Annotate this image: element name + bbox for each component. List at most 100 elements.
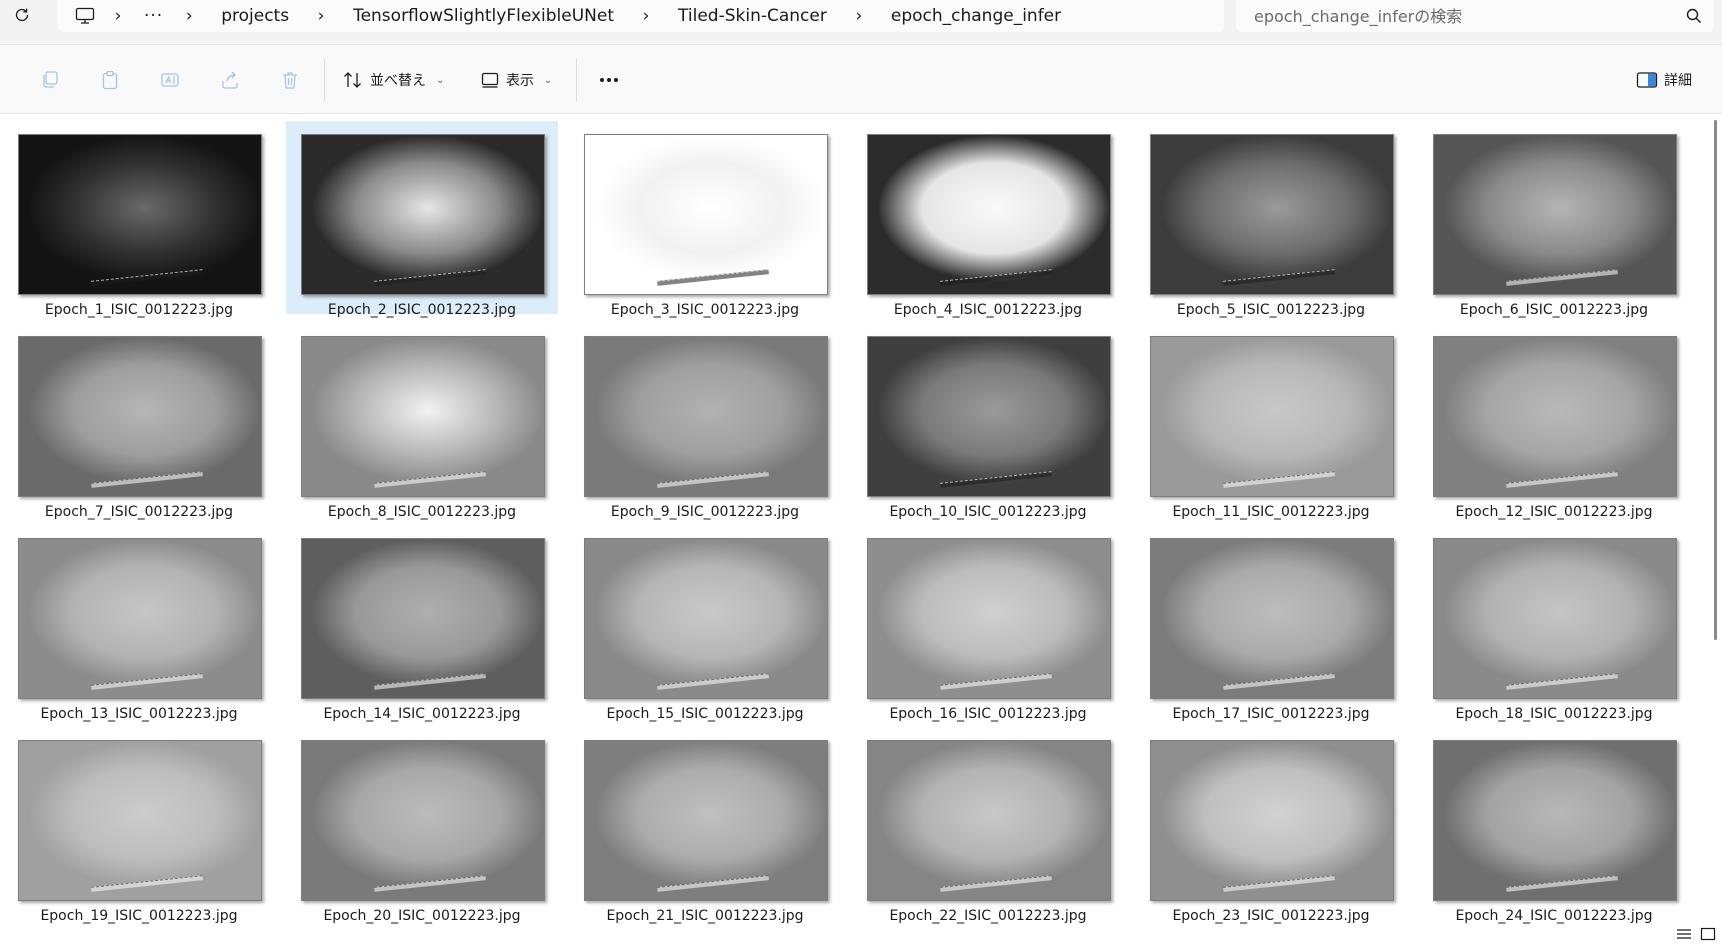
more-dot-icon xyxy=(614,78,618,82)
chevron-right-icon[interactable]: › xyxy=(841,6,877,26)
file-name: Epoch_14_ISIC_0012223.jpg xyxy=(323,706,521,722)
chevron-right-icon[interactable]: › xyxy=(303,6,339,26)
file-tile[interactable]: Epoch_4_ISIC_0012223.jpg xyxy=(852,121,1124,318)
file-tile[interactable]: Epoch_15_ISIC_0012223.jpg xyxy=(569,525,841,722)
file-name: Epoch_13_ISIC_0012223.jpg xyxy=(40,706,238,722)
file-name: Epoch_21_ISIC_0012223.jpg xyxy=(606,908,804,924)
details-view-icon[interactable] xyxy=(1676,927,1692,941)
search-icon[interactable] xyxy=(1684,6,1704,26)
file-name: Epoch_7_ISIC_0012223.jpg xyxy=(44,504,234,520)
large-icons-view-icon[interactable] xyxy=(1700,927,1716,941)
breadcrumb-overflow-button[interactable]: ··· xyxy=(136,6,171,26)
file-thumbnail xyxy=(1433,740,1677,901)
sort-label: 並べ替え xyxy=(370,73,426,89)
view-switcher xyxy=(1676,927,1716,941)
search-box[interactable] xyxy=(1236,0,1714,32)
ruler-artifact xyxy=(1506,471,1618,488)
file-tile[interactable]: Epoch_3_ISIC_0012223.jpg xyxy=(569,121,841,318)
share-button[interactable] xyxy=(217,67,243,93)
file-name: Epoch_22_ISIC_0012223.jpg xyxy=(889,908,1087,924)
delete-button[interactable] xyxy=(277,67,303,93)
file-name: Epoch_18_ISIC_0012223.jpg xyxy=(1455,706,1653,722)
sort-icon xyxy=(344,72,361,88)
file-tile[interactable]: Epoch_18_ISIC_0012223.jpg xyxy=(1418,525,1690,722)
file-tile[interactable]: Epoch_1_ISIC_0012223.jpg xyxy=(3,121,275,318)
chevron-right-icon[interactable]: › xyxy=(100,6,136,26)
paste-icon xyxy=(102,70,118,90)
refresh-button[interactable] xyxy=(6,2,38,28)
view-label: 表示 xyxy=(506,73,534,89)
ruler-artifact xyxy=(374,269,486,286)
file-name: Epoch_1_ISIC_0012223.jpg xyxy=(44,302,234,318)
chevron-right-icon[interactable]: › xyxy=(628,6,664,26)
file-name: Epoch_16_ISIC_0012223.jpg xyxy=(889,706,1087,722)
vertical-scrollbar[interactable] xyxy=(1712,120,1719,640)
file-name: Epoch_11_ISIC_0012223.jpg xyxy=(1172,504,1370,520)
rename-button[interactable] xyxy=(157,67,183,93)
chevron-down-icon: ⌄ xyxy=(436,74,445,86)
more-options-button[interactable] xyxy=(594,67,624,93)
file-tile[interactable]: Epoch_5_ISIC_0012223.jpg xyxy=(1135,121,1407,318)
file-name: Epoch_5_ISIC_0012223.jpg xyxy=(1176,302,1366,318)
sort-button[interactable]: 並べ替え ⌄ xyxy=(342,65,444,95)
view-button[interactable]: 表示 ⌄ xyxy=(480,65,552,95)
ruler-artifact xyxy=(374,875,486,892)
this-pc-icon[interactable] xyxy=(70,1,100,31)
file-thumbnail xyxy=(301,336,545,497)
file-tile[interactable]: Epoch_14_ISIC_0012223.jpg xyxy=(286,525,558,722)
file-thumbnail xyxy=(1433,538,1677,699)
ruler-artifact xyxy=(91,269,203,286)
file-thumbnail xyxy=(584,538,828,699)
file-tile[interactable]: Epoch_16_ISIC_0012223.jpg xyxy=(852,525,1124,722)
file-tile[interactable]: Epoch_12_ISIC_0012223.jpg xyxy=(1418,323,1690,520)
address-row: › ··· › projects › TensorflowSlightlyFle… xyxy=(0,0,1722,44)
file-thumbnail xyxy=(301,538,545,699)
paste-button[interactable] xyxy=(97,67,123,93)
trash-icon xyxy=(283,72,297,89)
breadcrumb-projects[interactable]: projects xyxy=(207,6,303,26)
breadcrumb-tensorflowslightlyflexibleunet[interactable]: TensorflowSlightlyFlexibleUNet xyxy=(339,6,628,26)
ruler-artifact xyxy=(1223,269,1335,286)
details-label: 詳細 xyxy=(1664,73,1692,89)
file-tile[interactable]: Epoch_23_ISIC_0012223.jpg xyxy=(1135,727,1407,924)
file-name: Epoch_20_ISIC_0012223.jpg xyxy=(323,908,521,924)
file-thumbnail xyxy=(1433,134,1677,295)
scrollbar-thumb[interactable] xyxy=(1714,120,1717,640)
breadcrumb-tiled-skin-cancer[interactable]: Tiled-Skin-Cancer xyxy=(664,6,841,26)
file-tile[interactable]: Epoch_2_ISIC_0012223.jpg xyxy=(286,121,558,318)
chevron-right-icon[interactable]: › xyxy=(171,6,207,26)
ruler-artifact xyxy=(657,875,769,892)
address-bar[interactable]: › ··· › projects › TensorflowSlightlyFle… xyxy=(58,0,1224,32)
file-thumbnail xyxy=(867,538,1111,699)
ruler-artifact xyxy=(940,673,1052,690)
file-name: Epoch_2_ISIC_0012223.jpg xyxy=(327,302,517,318)
file-tile[interactable]: Epoch_6_ISIC_0012223.jpg xyxy=(1418,121,1690,318)
file-name: Epoch_9_ISIC_0012223.jpg xyxy=(610,504,800,520)
file-tile[interactable]: Epoch_13_ISIC_0012223.jpg xyxy=(3,525,275,722)
file-tile[interactable]: Epoch_11_ISIC_0012223.jpg xyxy=(1135,323,1407,520)
file-tile[interactable]: Epoch_20_ISIC_0012223.jpg xyxy=(286,727,558,924)
file-thumbnail xyxy=(1433,336,1677,497)
file-tile[interactable]: Epoch_9_ISIC_0012223.jpg xyxy=(569,323,841,520)
details-pane-icon xyxy=(1636,72,1658,88)
file-tile[interactable]: Epoch_19_ISIC_0012223.jpg xyxy=(3,727,275,924)
file-tile[interactable]: Epoch_7_ISIC_0012223.jpg xyxy=(3,323,275,520)
file-thumbnail xyxy=(18,740,262,901)
chevron-down-icon: ⌄ xyxy=(544,74,553,86)
file-tile[interactable]: Epoch_22_ISIC_0012223.jpg xyxy=(852,727,1124,924)
search-input[interactable] xyxy=(1254,6,1674,26)
ruler-artifact xyxy=(657,471,769,488)
file-name: Epoch_23_ISIC_0012223.jpg xyxy=(1172,908,1370,924)
file-tile[interactable]: Epoch_10_ISIC_0012223.jpg xyxy=(852,323,1124,520)
file-tile[interactable]: Epoch_17_ISIC_0012223.jpg xyxy=(1135,525,1407,722)
file-tile[interactable]: Epoch_8_ISIC_0012223.jpg xyxy=(286,323,558,520)
file-thumbnail xyxy=(584,336,828,497)
breadcrumb-epoch-change-infer[interactable]: epoch_change_infer xyxy=(877,6,1075,26)
file-name: Epoch_8_ISIC_0012223.jpg xyxy=(327,504,517,520)
ruler-artifact xyxy=(1506,673,1618,690)
details-pane-button[interactable]: 詳細 xyxy=(1636,67,1692,93)
file-tile[interactable]: Epoch_24_ISIC_0012223.jpg xyxy=(1418,727,1690,924)
file-tile[interactable]: Epoch_21_ISIC_0012223.jpg xyxy=(569,727,841,924)
copy-button[interactable] xyxy=(37,67,63,93)
file-thumbnail xyxy=(18,134,262,295)
